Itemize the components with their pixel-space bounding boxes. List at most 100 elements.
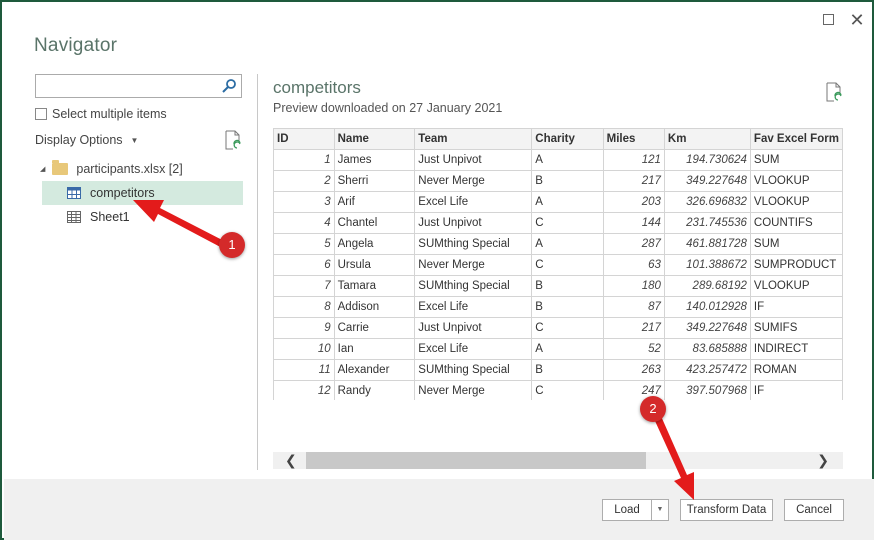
table-cell: C: [531, 317, 604, 339]
column-header[interactable]: Miles: [602, 128, 665, 150]
table-cell: 101.388672: [663, 254, 751, 276]
column-header[interactable]: Charity: [531, 128, 604, 150]
table-cell: Never Merge: [414, 254, 533, 276]
table-cell: 7: [273, 275, 335, 297]
column-header[interactable]: Name: [333, 128, 416, 150]
table-cell: 63: [602, 254, 665, 276]
table-row: 1 James Just Unpivot A 121 194.730624 SUM: [273, 149, 843, 171]
preview-table-container: ID Name Team Charity Miles Km Fav Excel Form 1…: [273, 128, 843, 400]
preview-table: ID Name Team Charity Miles Km Fav Excel Form 1…: [273, 128, 843, 400]
table-row: 6 Ursula Never Merge C 63 101.388672 SUMPRODUC…: [273, 254, 843, 276]
expand-icon[interactable]: ◢: [40, 165, 45, 173]
table-row: 12 Randy Never Merge C 247 397.507968 IF: [273, 380, 843, 400]
folder-icon: [52, 160, 69, 175]
table-cell: A: [531, 149, 604, 171]
tree-node-label: participants.xlsx [2]: [76, 162, 183, 176]
tree-item-sheet1[interactable]: Sheet1: [42, 205, 243, 229]
horizontal-scrollbar[interactable]: ❮ ❯: [273, 452, 843, 469]
close-button[interactable]: ✕: [847, 10, 867, 30]
transform-data-button[interactable]: Transform Data: [680, 499, 773, 521]
table-cell: Ursula: [333, 254, 416, 276]
table-cell: 287: [602, 233, 665, 255]
table-cell: A: [531, 233, 604, 255]
tree-node-participants[interactable]: ◢ participants.xlsx [2]: [35, 157, 243, 181]
table-cell: 144: [602, 212, 665, 234]
load-button[interactable]: Load: [602, 499, 652, 521]
search-icon[interactable]: [221, 78, 237, 94]
table-cell: 121: [602, 149, 665, 171]
table-cell: 9: [273, 317, 335, 339]
table-cell: Excel Life: [414, 191, 533, 213]
table-cell: 231.745536: [663, 212, 751, 234]
scroll-left-icon[interactable]: ❮: [285, 452, 297, 469]
table-cell: 461.881728: [663, 233, 751, 255]
table-cell: 349.227648: [663, 317, 751, 339]
table-cell: IF: [749, 296, 843, 318]
table-header-row: ID Name Team Charity Miles Km Fav Excel Form: [273, 128, 843, 150]
refresh-preview-icon[interactable]: [825, 82, 843, 102]
table-cell: 397.507968: [663, 380, 751, 400]
load-dropdown-button[interactable]: ▼: [651, 499, 669, 521]
column-header[interactable]: Km: [663, 128, 751, 150]
search-field[interactable]: [35, 74, 242, 98]
table-cell: 423.257472: [663, 359, 751, 381]
table-row: 4 Chantel Just Unpivot C 144 231.745536 COUNTI…: [273, 212, 843, 234]
table-cell: SUM: [749, 149, 843, 171]
tree-item-competitors[interactable]: competitors: [42, 181, 243, 205]
table-cell: A: [531, 191, 604, 213]
panel-divider[interactable]: [257, 74, 258, 470]
table-cell: 11: [273, 359, 335, 381]
table-cell: 87: [602, 296, 665, 318]
display-options-label: Display Options: [35, 133, 123, 147]
table-cell: 203: [602, 191, 665, 213]
table-cell: James: [333, 149, 416, 171]
scrollbar-thumb[interactable]: [306, 452, 646, 469]
table-cell: 217: [602, 170, 665, 192]
table-cell: 349.227648: [663, 170, 751, 192]
display-options-dropdown[interactable]: Display Options ▼: [35, 133, 138, 147]
table-cell: Never Merge: [414, 380, 533, 400]
preview-title: competitors: [273, 78, 361, 97]
scroll-right-icon[interactable]: ❯: [817, 452, 829, 469]
table-cell: ROMAN: [749, 359, 843, 381]
table-cell: INDIRECT: [749, 338, 843, 360]
table-cell: Ian: [333, 338, 416, 360]
table-cell: B: [531, 359, 604, 381]
table-cell: 6: [273, 254, 335, 276]
table-cell: Chantel: [333, 212, 416, 234]
table-row: 5 Angela SUMthing Special A 287 461.881728 SUM: [273, 233, 843, 255]
search-input[interactable]: [36, 75, 216, 97]
column-header[interactable]: ID: [273, 128, 335, 150]
table-cell: Randy: [333, 380, 416, 400]
table-cell: Excel Life: [414, 296, 533, 318]
table-cell: Addison: [333, 296, 416, 318]
table-cell: 3: [273, 191, 335, 213]
table-cell: Sherri: [333, 170, 416, 192]
table-cell: SUMIFS: [749, 317, 843, 339]
table-cell: VLOOKUP: [749, 275, 843, 297]
select-multiple-items[interactable]: Select multiple items: [35, 107, 167, 121]
refresh-preview-icon[interactable]: [224, 130, 242, 150]
select-multiple-checkbox[interactable]: [35, 108, 47, 120]
table-cell: 8: [273, 296, 335, 318]
table-cell: B: [531, 275, 604, 297]
table-cell: 289.68192: [663, 275, 751, 297]
table-cell: 5: [273, 233, 335, 255]
cancel-button[interactable]: Cancel: [784, 499, 844, 521]
table-cell: SUM: [749, 233, 843, 255]
table-cell: Carrie: [333, 317, 416, 339]
table-cell: Tamara: [333, 275, 416, 297]
maximize-button[interactable]: [818, 10, 838, 30]
table-cell: 326.696832: [663, 191, 751, 213]
table-row: 11 Alexander SUMthing Special B 263 423.25747…: [273, 359, 843, 381]
column-header[interactable]: Team: [414, 128, 533, 150]
table-icon: [67, 187, 81, 199]
maximize-icon: [822, 14, 834, 25]
table-cell: Just Unpivot: [414, 212, 533, 234]
navigator-tree: ◢ participants.xlsx [2] competitors Shee…: [35, 157, 243, 229]
table-cell: Never Merge: [414, 170, 533, 192]
column-header[interactable]: Fav Excel Form: [749, 128, 843, 150]
table-cell: 52: [602, 338, 665, 360]
table-cell: SUMthing Special: [414, 233, 533, 255]
table-row: 9 Carrie Just Unpivot C 217 349.227648 SUMIFS: [273, 317, 843, 339]
